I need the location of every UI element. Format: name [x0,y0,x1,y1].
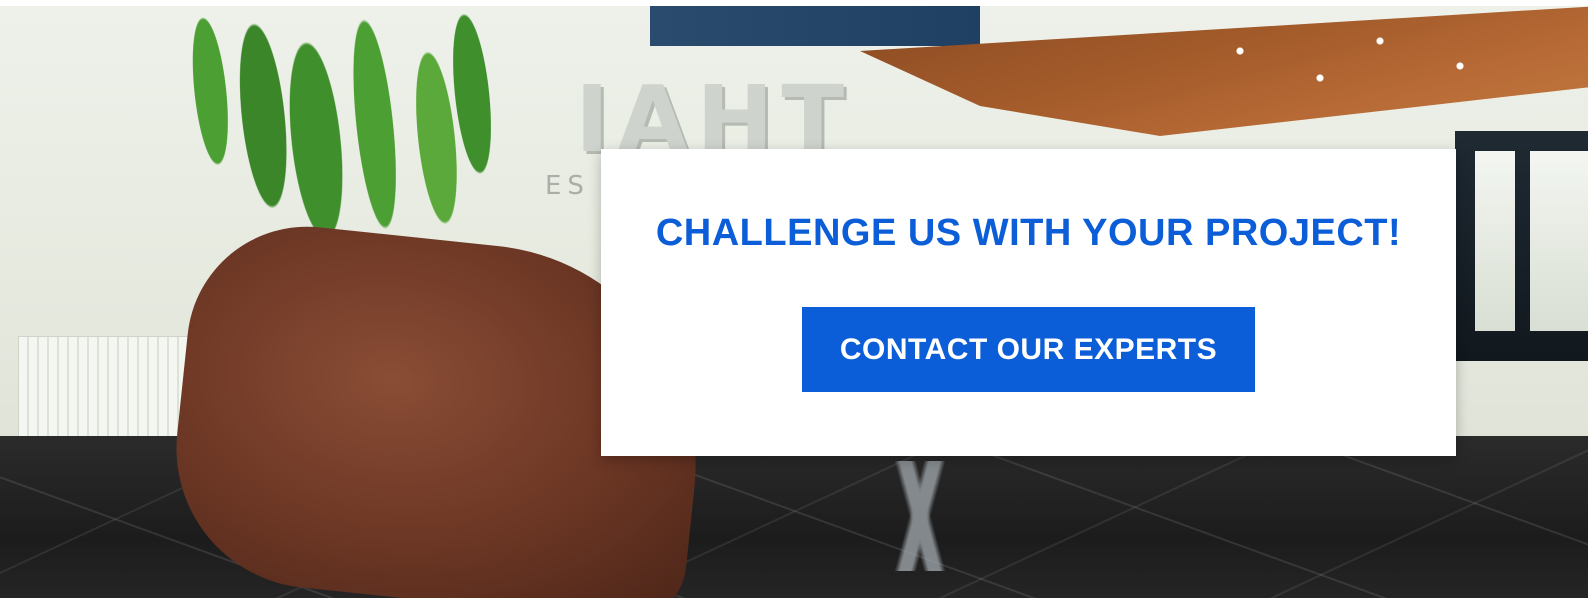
glass-doors [1455,131,1588,361]
chair-legs [660,461,1180,571]
cta-heading: CHALLENGE US WITH YOUR PROJECT! [655,212,1402,254]
ceiling-dark-panel [650,6,980,46]
contact-experts-button[interactable]: CONTACT OUR EXPERTS [802,307,1255,392]
cta-card: CHALLENGE US WITH YOUR PROJECT! CONTACT … [601,149,1456,456]
